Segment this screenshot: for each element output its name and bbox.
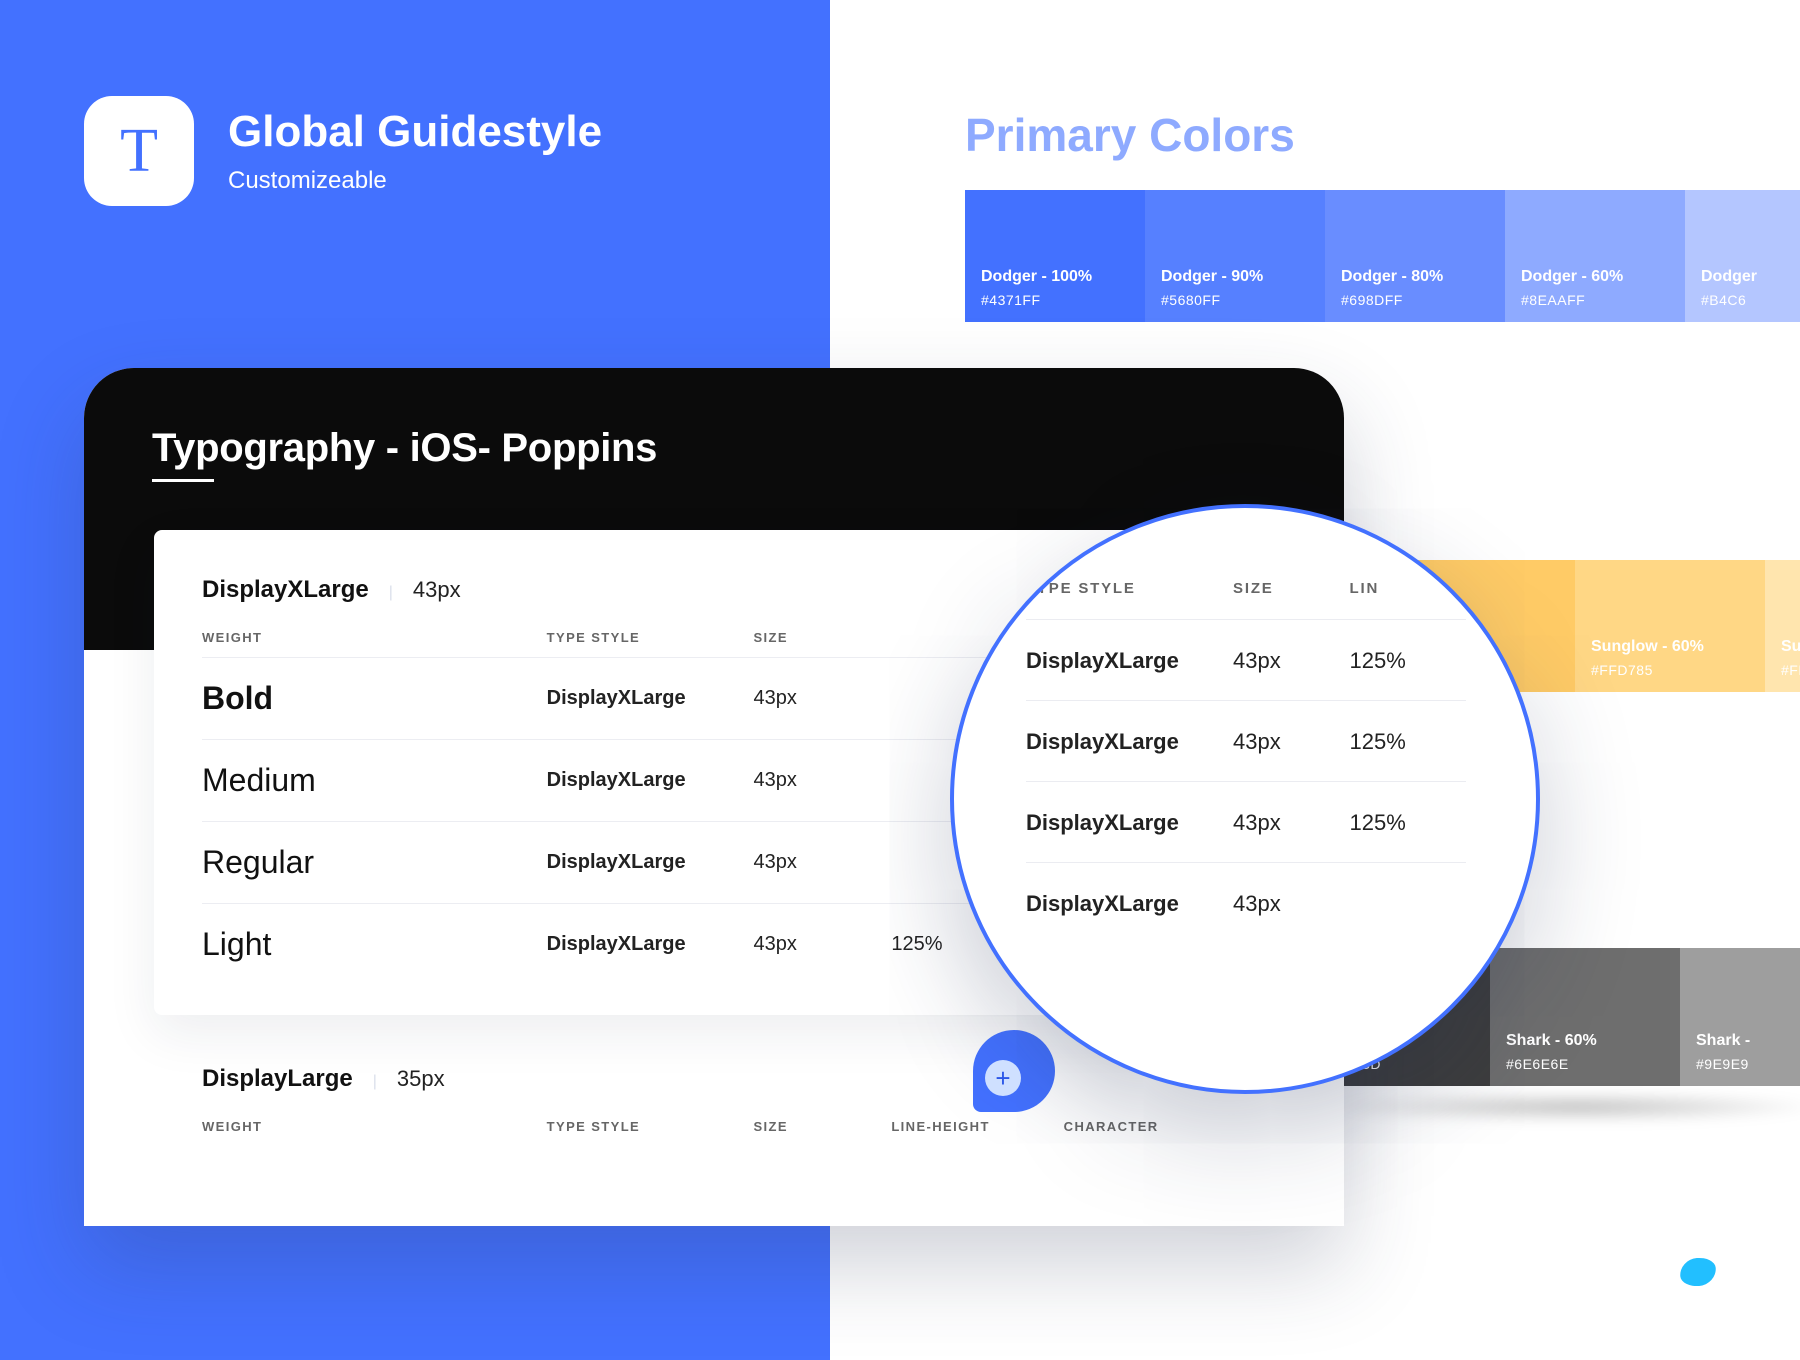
mag-lh: 125%	[1350, 729, 1466, 755]
weight-name: Light	[202, 926, 547, 963]
typography-title: Typography - iOS- Poppins	[152, 426, 1276, 471]
weight-name: Regular	[202, 844, 547, 881]
swatch-name: Shark -	[1696, 1032, 1784, 1050]
swatch-name: Dodger - 60%	[1521, 268, 1669, 286]
primary-swatches: Dodger - 100% #4371FF Dodger - 90% #5680…	[965, 190, 1800, 322]
primary-colors-title: Primary Colors	[965, 108, 1295, 162]
swatch-hex: #B4C6	[1701, 292, 1789, 308]
section-name: DisplayLarge	[202, 1065, 353, 1093]
magnifier-row: DisplayXLarge 43px	[1026, 862, 1466, 943]
logo: T	[84, 96, 194, 206]
title-underline	[152, 479, 214, 482]
swatch-name: Shark - 60%	[1506, 1032, 1664, 1050]
swatch-hex: #698DFF	[1341, 292, 1489, 308]
size-cell: 43px	[753, 769, 891, 792]
swatch-hex: #4371FF	[981, 292, 1129, 308]
weight-name: Bold	[202, 680, 547, 717]
mag-size: 43px	[1233, 648, 1349, 674]
section-header: DisplayLarge | 35px	[202, 1065, 1236, 1093]
swatch-primary-2: Dodger - 80% #698DFF	[1325, 190, 1505, 322]
size-cell: 43px	[753, 933, 891, 956]
col-size: SIZE	[753, 1119, 891, 1134]
section-divider: |	[373, 1073, 377, 1091]
magnifier-row: DisplayXLarge 43px 125%	[1026, 619, 1466, 700]
page-header: T Global Guidestyle Customizeable	[84, 96, 602, 206]
swatch-hex: #8EAAFF	[1521, 292, 1669, 308]
swatch-name: Sunglow - 60%	[1591, 638, 1749, 656]
mag-size: 43px	[1233, 810, 1349, 836]
mag-size: 43px	[1233, 729, 1349, 755]
grey-swatches-shadow	[1326, 1092, 1800, 1122]
mag-typestyle: DisplayXLarge	[1026, 891, 1233, 917]
swatch-primary-0: Dodger - 100% #4371FF	[965, 190, 1145, 322]
size-cell: 43px	[753, 687, 891, 710]
size-cell: 43px	[753, 851, 891, 874]
mag-col-typestyle: TYPE STYLE	[1026, 580, 1233, 597]
section-meta: 43px	[413, 577, 461, 603]
swatch-name: Dodger - 80%	[1341, 268, 1489, 286]
header-text: Global Guidestyle Customizeable	[228, 107, 602, 195]
column-headers: WEIGHT TYPE STYLE SIZE LINE-HEIGHT CHARA…	[202, 1119, 1236, 1146]
type-style-cell: DisplayXLarge	[547, 933, 754, 956]
swatch-secondary-2: Sunglow #FFE5AE	[1765, 560, 1800, 692]
mag-typestyle: DisplayXLarge	[1026, 648, 1233, 674]
logo-letter: T	[120, 116, 158, 187]
mag-lh: 125%	[1350, 810, 1466, 836]
swatch-hex: #5680FF	[1161, 292, 1309, 308]
magnifier-column-headers: TYPE STYLE SIZE LIN	[1026, 580, 1466, 619]
page-subtitle: Customizeable	[228, 167, 602, 195]
page-title: Global Guidestyle	[228, 107, 602, 157]
type-style-cell: DisplayXLarge	[547, 687, 754, 710]
swatch-hex: #FFE5AE	[1781, 662, 1800, 678]
swatch-name: Dodger - 90%	[1161, 268, 1309, 286]
swatch-primary-3: Dodger - 60% #8EAAFF	[1505, 190, 1685, 322]
plus-icon[interactable]: +	[985, 1060, 1021, 1096]
mag-lh: 125%	[1350, 648, 1466, 674]
col-typestyle: TYPE STYLE	[547, 630, 754, 645]
type-style-cell: DisplayXLarge	[547, 769, 754, 792]
swatch-name: Dodger	[1701, 268, 1789, 286]
mag-typestyle: DisplayXLarge	[1026, 810, 1233, 836]
swatch-grey-2: Shark - #9E9E9	[1680, 948, 1800, 1086]
swatch-name: Sunglow	[1781, 638, 1800, 656]
swatch-name: Dodger - 100%	[981, 268, 1129, 286]
col-lh: LINE-HEIGHT	[891, 1119, 1063, 1134]
accent-dot-icon	[1679, 1256, 1717, 1287]
typography-section-2: DisplayLarge | 35px WEIGHT TYPE STYLE SI…	[154, 1055, 1276, 1146]
swatch-primary-4: Dodger #B4C6	[1685, 190, 1800, 322]
magnifier-row: DisplayXLarge 43px 125%	[1026, 781, 1466, 862]
section-divider: |	[389, 584, 393, 602]
swatch-primary-1: Dodger - 90% #5680FF	[1145, 190, 1325, 322]
col-typestyle: TYPE STYLE	[547, 1119, 754, 1134]
col-char: CHARACTER	[1064, 1119, 1236, 1134]
magnifier-lens: TYPE STYLE SIZE LIN DisplayXLarge 43px 1…	[950, 504, 1540, 1094]
weight-name: Medium	[202, 762, 547, 799]
mag-col-size: SIZE	[1233, 580, 1349, 597]
swatch-grey-1: Shark - 60% #6E6E6E	[1490, 948, 1680, 1086]
col-weight: WEIGHT	[202, 1119, 547, 1134]
swatch-secondary-1: Sunglow - 60% #FFD785	[1575, 560, 1765, 692]
magnifier-row: DisplayXLarge 43px 125%	[1026, 700, 1466, 781]
swatch-hex: #6E6E6E	[1506, 1056, 1664, 1072]
section-meta: 35px	[397, 1066, 445, 1092]
mag-size: 43px	[1233, 891, 1349, 917]
mag-typestyle: DisplayXLarge	[1026, 729, 1233, 755]
col-weight: WEIGHT	[202, 630, 547, 645]
swatch-hex: #FFD785	[1591, 662, 1749, 678]
section-name: DisplayXLarge	[202, 576, 369, 604]
swatch-hex: #9E9E9	[1696, 1056, 1784, 1072]
col-size: SIZE	[753, 630, 891, 645]
type-style-cell: DisplayXLarge	[547, 851, 754, 874]
